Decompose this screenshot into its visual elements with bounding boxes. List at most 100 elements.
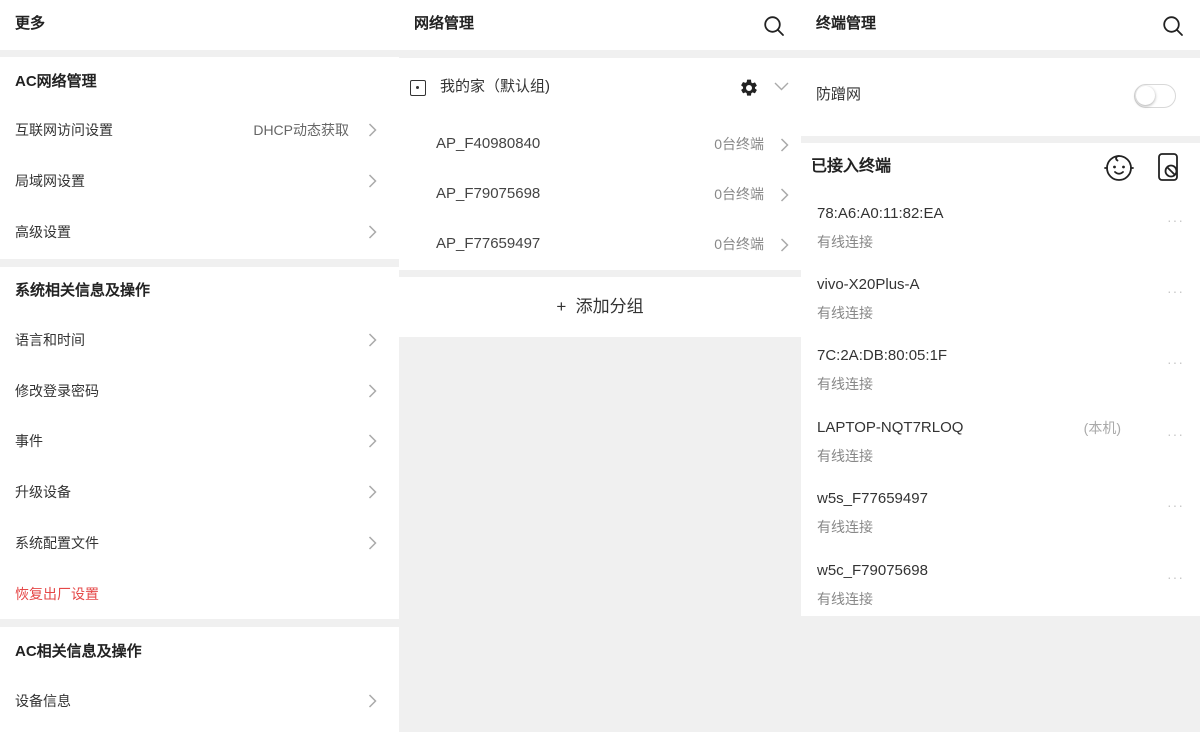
network-title: 网络管理 — [414, 15, 475, 32]
more-icon[interactable]: ··· — [1167, 570, 1184, 584]
network-panel: 网络管理 我的家（默认组) AP_F40980840 0台终端 AP_F7907… — [399, 0, 801, 732]
add-group-button[interactable]: + 添加分组 — [399, 277, 801, 337]
device-row[interactable]: w5c_F79075698 有线连接 ··· — [801, 558, 1200, 629]
chevron-right-icon — [368, 434, 377, 448]
menu-item-label: 恢复出厂设置 — [15, 586, 99, 602]
device-self-tag: (本机) — [1083, 420, 1121, 436]
chevron-right-icon — [368, 485, 377, 499]
device-connection-type: 有线连接 — [817, 234, 873, 250]
chevron-right-icon — [368, 333, 377, 347]
gear-icon[interactable] — [739, 78, 759, 98]
device-row[interactable]: LAPTOP-NQT7RLOQ (本机) 有线连接 ··· — [801, 415, 1200, 486]
chevron-right-icon — [368, 225, 377, 239]
divider — [0, 50, 399, 57]
device-connection-type: 有线连接 — [817, 591, 873, 607]
ap-name: AP_F40980840 — [436, 135, 541, 152]
more-header: 更多 — [0, 0, 399, 50]
divider — [0, 259, 399, 267]
more-icon[interactable]: ··· — [1167, 284, 1184, 298]
device-connection-type: 有线连接 — [817, 376, 873, 392]
menu-item-config-file[interactable]: 系统配置文件 — [0, 521, 399, 565]
terminal-panel: 终端管理 防蹭网 已接入终端 78:A6:A0:11:82:EA 有线连接 ··… — [801, 0, 1200, 732]
chevron-right-icon — [368, 694, 377, 708]
device-name: 7C:2A:DB:80:05:1F — [817, 347, 948, 364]
more-panel: 更多 AC网络管理 互联网访问设置 DHCP动态获取 局域网设置 高级设置 系统… — [0, 0, 399, 732]
device-row[interactable]: w5s_F77659497 有线连接 ··· — [801, 486, 1200, 557]
device-row[interactable]: 78:A6:A0:11:82:EA 有线连接 ··· — [801, 201, 1200, 272]
ap-name: AP_F77659497 — [436, 235, 541, 252]
menu-item-events[interactable]: 事件 — [0, 419, 399, 463]
chevron-right-icon — [368, 536, 377, 550]
group-name: 我的家（默认组) — [440, 78, 550, 95]
checkbox-icon[interactable] — [410, 80, 426, 96]
device-name: vivo-X20Plus-A — [817, 276, 920, 293]
group-card: 我的家（默认组) AP_F40980840 0台终端 AP_F79075698 … — [399, 58, 801, 270]
device-name: w5c_F79075698 — [817, 562, 928, 579]
ap-terminal-count: 0台终端 — [714, 136, 764, 152]
menu-item-label: 设备信息 — [15, 693, 71, 709]
device-name: LAPTOP-NQT7RLOQ — [817, 419, 964, 436]
device-row[interactable]: vivo-X20Plus-A 有线连接 ··· — [801, 272, 1200, 343]
device-row[interactable]: 7C:2A:DB:80:05:1F 有线连接 ··· — [801, 343, 1200, 414]
ap-name: AP_F79075698 — [436, 185, 541, 202]
search-icon[interactable] — [763, 15, 785, 37]
menu-item-language-time[interactable]: 语言和时间 — [0, 318, 399, 362]
chevron-right-icon — [368, 384, 377, 398]
menu-item-label: 事件 — [15, 433, 43, 449]
menu-item-label: 系统配置文件 — [15, 535, 99, 551]
connected-title: 已接入终端 — [811, 158, 892, 175]
device-connection-type: 有线连接 — [817, 519, 873, 535]
network-header: 网络管理 — [399, 0, 801, 50]
ap-terminal-count: 0台终端 — [714, 186, 764, 202]
chevron-right-icon — [368, 123, 377, 137]
ap-terminal-count: 0台终端 — [714, 236, 764, 252]
menu-item-label: 互联网访问设置 — [15, 122, 113, 138]
more-icon[interactable]: ··· — [1167, 427, 1184, 441]
menu-item-label: 修改登录密码 — [15, 383, 99, 399]
menu-item-device-info[interactable]: 设备信息 — [0, 679, 399, 723]
device-connection-type: 有线连接 — [817, 448, 873, 464]
section-title-ac-network: AC网络管理 — [15, 73, 97, 90]
child-face-icon[interactable] — [1103, 151, 1135, 183]
more-icon[interactable]: ··· — [1167, 355, 1184, 369]
menu-item-label: 升级设备 — [15, 484, 71, 500]
section-title-ac: AC相关信息及操作 — [15, 643, 142, 660]
chevron-right-icon — [780, 238, 789, 252]
group-header[interactable]: 我的家（默认组) — [399, 58, 801, 118]
anti-freeload-toggle[interactable] — [1134, 84, 1176, 108]
menu-item-label: 语言和时间 — [15, 332, 85, 348]
more-title: 更多 — [15, 15, 46, 32]
menu-item-change-password[interactable]: 修改登录密码 — [0, 369, 399, 413]
terminal-title: 终端管理 — [816, 15, 877, 32]
chevron-down-icon[interactable] — [774, 82, 789, 91]
more-icon[interactable]: ··· — [1167, 498, 1184, 512]
section-title-system: 系统相关信息及操作 — [15, 282, 151, 299]
menu-item-advanced[interactable]: 高级设置 — [0, 210, 399, 254]
menu-item-upgrade[interactable]: 升级设备 — [0, 470, 399, 514]
ap-row[interactable]: AP_F79075698 0台终端 — [399, 169, 801, 219]
chevron-right-icon — [780, 188, 789, 202]
menu-item-lan[interactable]: 局域网设置 — [0, 159, 399, 203]
ap-row[interactable]: AP_F40980840 0台终端 — [399, 119, 801, 169]
device-name: 78:A6:A0:11:82:EA — [817, 205, 944, 222]
terminal-header: 终端管理 — [801, 0, 1200, 50]
device-connection-type: 有线连接 — [817, 305, 873, 321]
menu-item-label: 局域网设置 — [15, 173, 85, 189]
chevron-right-icon — [780, 138, 789, 152]
anti-freeload-label: 防蹭网 — [816, 86, 862, 103]
ap-row[interactable]: AP_F77659497 0台终端 — [399, 219, 801, 269]
anti-freeload-card: 防蹭网 — [801, 58, 1200, 136]
chevron-right-icon — [368, 174, 377, 188]
search-icon[interactable] — [1162, 15, 1184, 37]
menu-item-factory-reset[interactable]: 恢复出厂设置 — [0, 572, 399, 616]
menu-item-internet-access[interactable]: 互联网访问设置 DHCP动态获取 — [0, 108, 399, 152]
more-icon[interactable]: ··· — [1167, 213, 1184, 227]
connected-devices-list: 已接入终端 78:A6:A0:11:82:EA 有线连接 ··· vivo-X2… — [801, 143, 1200, 616]
toggle-knob — [1136, 86, 1155, 105]
divider — [0, 619, 399, 627]
menu-item-value: DHCP动态获取 — [253, 122, 349, 138]
menu-item-label: 高级设置 — [15, 224, 71, 240]
add-group-label: + 添加分组 — [556, 297, 644, 316]
device-name: w5s_F77659497 — [817, 490, 928, 507]
phone-lock-icon[interactable] — [1155, 152, 1183, 182]
